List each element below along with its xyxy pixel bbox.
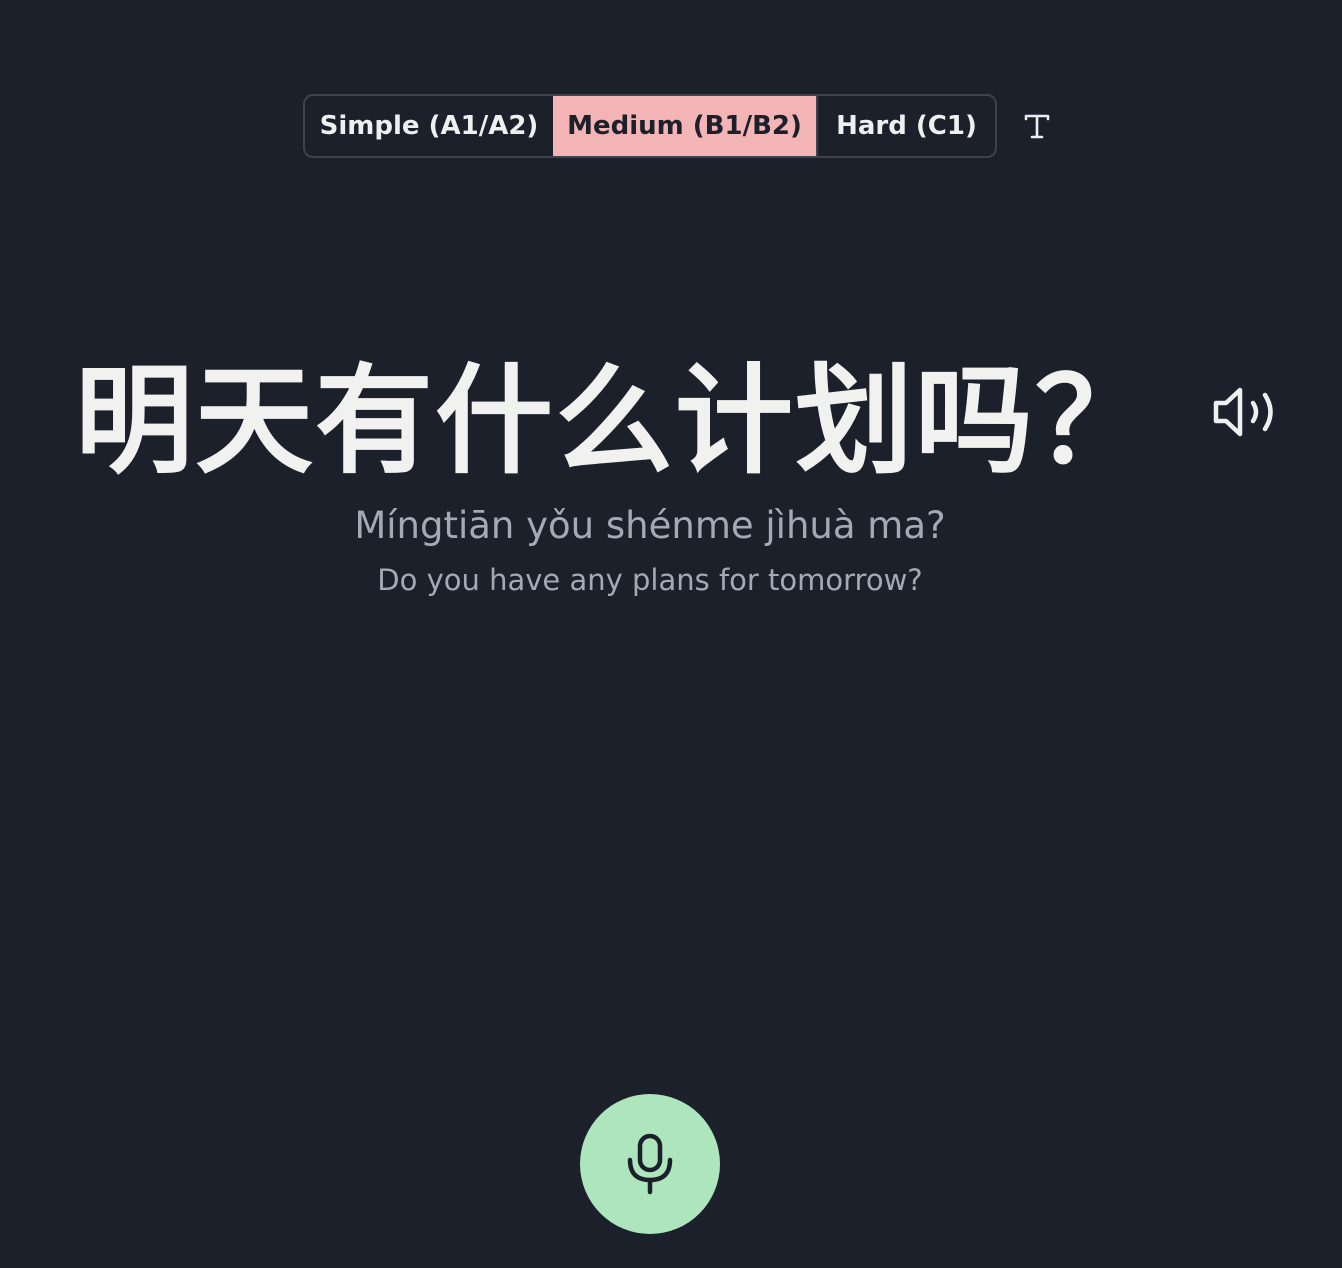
play-audio-button[interactable] [1204, 380, 1288, 444]
microphone-icon [627, 1133, 673, 1195]
sentence-translation: Do you have any plans for tomorrow? [377, 563, 923, 597]
speaker-icon [1213, 387, 1273, 437]
level-simple-button[interactable]: Simple (A1/A2) [305, 96, 553, 156]
text-size-icon [1024, 114, 1050, 139]
record-microphone-button[interactable] [580, 1094, 720, 1234]
level-hard-button[interactable]: Hard (C1) [816, 96, 995, 156]
level-medium-button[interactable]: Medium (B1/B2) [553, 96, 816, 156]
difficulty-level-toggle: Simple (A1/A2) Medium (B1/B2) Hard (C1) [303, 94, 997, 158]
sentence-hanzi: 明天有什么计划吗？ [74, 351, 1155, 490]
text-size-button[interactable] [1014, 104, 1060, 148]
sentence-pinyin: Míngtiān yǒu shénme jìhuà ma? [354, 504, 946, 547]
